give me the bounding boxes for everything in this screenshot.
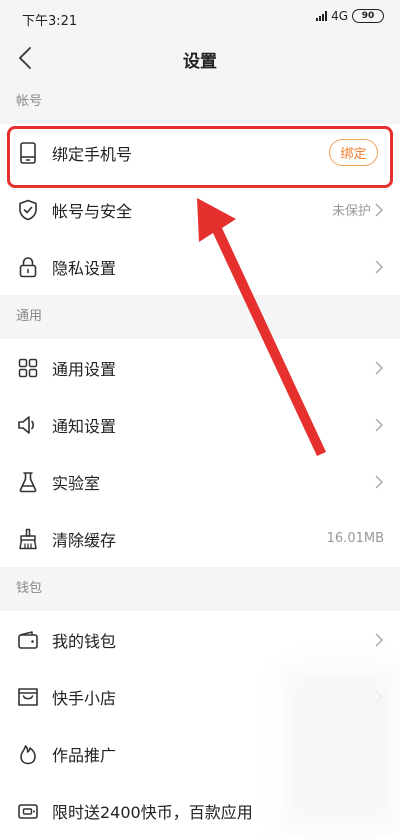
- chevron-right-icon: [375, 475, 383, 488]
- account-security-status: 未保护: [331, 204, 371, 219]
- status-bar: 下午3:21 4G 90: [0, 0, 400, 36]
- flame-icon: [17, 743, 39, 765]
- general-settings-row[interactable]: 通用设置: [0, 339, 400, 396]
- account-security-row[interactable]: 帐号与安全 未保护: [0, 181, 400, 238]
- promote-works-label: 作品推广: [52, 745, 117, 765]
- wallet-icon: [17, 629, 39, 651]
- promote-works-row[interactable]: 作品推广: [0, 725, 400, 782]
- lab-right: [375, 475, 384, 489]
- header: 设置: [0, 36, 400, 80]
- my-wallet-label: 我的钱包: [52, 631, 117, 651]
- account-security-label: 帐号与安全: [52, 201, 133, 221]
- section-header-wallet: 钱包: [0, 567, 400, 611]
- network-type: 4G: [331, 9, 348, 23]
- shield-icon: [17, 199, 39, 221]
- lock-icon: [17, 256, 39, 278]
- clear-cache-label: 清除缓存: [52, 530, 117, 550]
- bind-button[interactable]: 绑定: [329, 139, 378, 166]
- chevron-right-icon: [375, 203, 383, 216]
- chevron-right-icon: [375, 690, 383, 703]
- section-header-general: 通用: [0, 295, 400, 339]
- my-wallet-row[interactable]: 我的钱包: [0, 611, 400, 668]
- coupon-icon: [17, 800, 39, 822]
- general-settings-label: 通用设置: [52, 359, 117, 379]
- flask-icon: [17, 471, 39, 493]
- kuaishou-shop-row[interactable]: 快手小店: [0, 668, 400, 725]
- coin-promo-label: 限时送2400快币，百款应用: [52, 802, 253, 822]
- privacy-settings-right: [375, 260, 384, 274]
- notification-settings-label: 通知设置: [52, 416, 117, 436]
- bind-phone-label: 绑定手机号: [52, 144, 133, 164]
- bind-phone-row[interactable]: 绑定手机号 绑定: [0, 124, 400, 181]
- coin-promo-row[interactable]: 限时送2400快币，百款应用: [0, 782, 400, 839]
- notification-settings-right: [375, 418, 384, 432]
- notification-settings-row[interactable]: 通知设置: [0, 396, 400, 453]
- chevron-right-icon: [375, 418, 383, 431]
- privacy-settings-row[interactable]: 隐私设置: [0, 238, 400, 295]
- shop-icon: [17, 686, 39, 708]
- signal-icon: [316, 11, 328, 21]
- chevron-right-icon: [375, 633, 383, 646]
- my-wallet-right: [375, 633, 384, 647]
- status-time: 下午3:21: [22, 14, 78, 29]
- chevron-right-icon: [375, 361, 383, 374]
- broom-icon: [17, 528, 39, 550]
- kuaishou-shop-right: [375, 690, 384, 704]
- cache-size: 16.01MB: [326, 531, 384, 546]
- status-indicators: 4G 90: [316, 9, 384, 23]
- speaker-icon: [17, 414, 39, 436]
- general-settings-right: [375, 361, 384, 375]
- account-security-right: 未保护: [332, 200, 384, 219]
- kuaishou-shop-label: 快手小店: [52, 688, 117, 708]
- grid-icon: [17, 357, 39, 379]
- battery-icon: 90: [352, 9, 384, 23]
- section-header-account: 帐号: [0, 80, 400, 124]
- clear-cache-right: 16.01MB: [327, 531, 384, 546]
- bind-phone-right: 绑定: [329, 139, 384, 166]
- phone-icon: [17, 141, 39, 164]
- clear-cache-row[interactable]: 清除缓存 16.01MB: [0, 510, 400, 567]
- lab-label: 实验室: [52, 473, 101, 493]
- chevron-right-icon: [375, 260, 383, 273]
- lab-row[interactable]: 实验室: [0, 453, 400, 510]
- privacy-settings-label: 隐私设置: [52, 258, 117, 278]
- page-title: 设置: [183, 52, 217, 72]
